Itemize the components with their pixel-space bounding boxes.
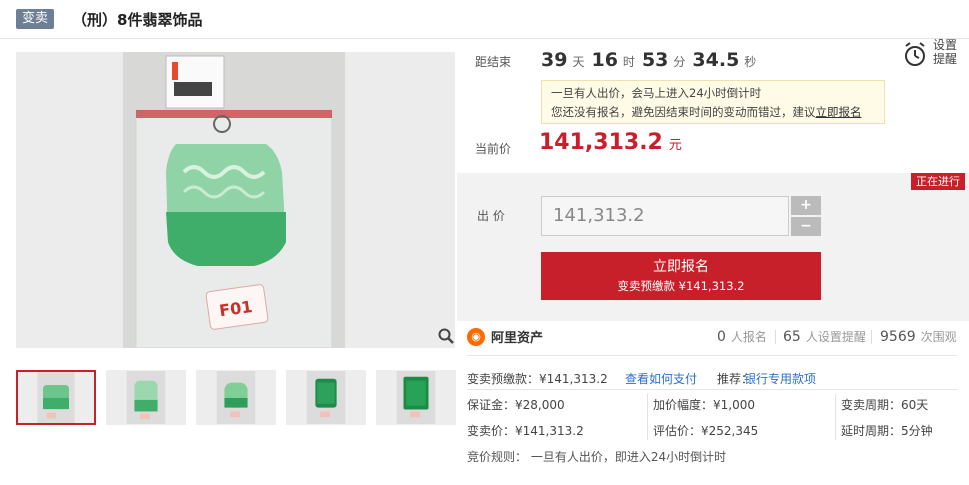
minutes-unit: 分 bbox=[673, 55, 686, 69]
bid-rule-info: 竞价规则： 一旦有人出价，即进入24小时倒计时 bbox=[467, 450, 727, 464]
reminder-label-2: 提醒 bbox=[933, 52, 958, 66]
page-title: （刑）8件翡翠饰品 bbox=[72, 10, 203, 29]
bid-panel: 正在进行 出 价 141,313.2 + − 立即报名 变卖预缴款 ¥141,3… bbox=[457, 173, 969, 321]
alarm-clock-icon[interactable] bbox=[903, 42, 927, 68]
register-button[interactable]: 立即报名 变卖预缴款 ¥141,313.2 bbox=[541, 252, 821, 300]
registered-count: 0 bbox=[717, 329, 726, 345]
deposit-amount-label: 变卖预缴款 ¥141,313.2 bbox=[617, 279, 745, 293]
how-to-pay-text[interactable]: 查看如何支付 bbox=[625, 372, 697, 386]
thumbnail-1[interactable] bbox=[16, 370, 96, 425]
header-divider bbox=[0, 38, 969, 39]
increment-info: 加价幅度：¥1,000 bbox=[653, 398, 755, 412]
stat-divider bbox=[775, 330, 776, 344]
current-price-currency: 元 bbox=[668, 138, 682, 153]
period-info: 变卖周期：60天 bbox=[841, 398, 929, 412]
thumbnail-3[interactable] bbox=[196, 370, 276, 425]
header: 变卖 （刑）8件翡翠饰品 bbox=[16, 8, 202, 30]
days-unit: 天 bbox=[572, 55, 585, 69]
views-count: 9569 bbox=[880, 329, 916, 345]
column-divider bbox=[835, 394, 836, 440]
main-product-image[interactable]: F01 bbox=[16, 52, 455, 348]
auction-type-badge: 变卖 bbox=[16, 9, 55, 29]
zoom-icon[interactable] bbox=[438, 328, 454, 344]
thumbnail-2[interactable] bbox=[106, 370, 186, 425]
thumbnail-4[interactable] bbox=[286, 370, 366, 425]
platform-name: 阿里资产 bbox=[491, 331, 544, 346]
countdown-seconds: 34.5 bbox=[692, 49, 740, 71]
bank-payment-text[interactable]: 银行专用款项 bbox=[744, 372, 816, 386]
countdown-label: 距结束 bbox=[475, 55, 512, 69]
sale-price-info: 变卖价：¥141,313.2 bbox=[467, 424, 584, 438]
appraisal-info: 评估价：¥252,345 bbox=[653, 424, 759, 438]
reminder-count: 65 bbox=[783, 329, 801, 345]
increase-bid-button[interactable]: + bbox=[791, 196, 821, 215]
reminder-label-1: 设置 bbox=[933, 38, 958, 52]
jade-pendant-photo: F01 bbox=[123, 52, 345, 348]
hours-unit: 时 bbox=[622, 55, 635, 69]
countdown-minutes: 53 bbox=[641, 49, 669, 71]
reminder-stat: 65 人设置提醒 bbox=[783, 328, 866, 345]
register-button-label: 立即报名 bbox=[653, 259, 709, 275]
thumbnail-strip bbox=[16, 370, 466, 425]
countdown-hours: 16 bbox=[591, 49, 618, 71]
views-stat: 9569 次围观 bbox=[880, 328, 957, 345]
register-now-link[interactable]: 立即报名 bbox=[816, 105, 862, 119]
set-reminder-button[interactable]: 设置 提醒 bbox=[933, 38, 961, 66]
column-divider bbox=[647, 394, 648, 440]
bid-stepper: + − bbox=[791, 196, 821, 236]
seconds-unit: 秒 bbox=[744, 55, 757, 69]
bid-amount-input[interactable]: 141,313.2 bbox=[541, 196, 789, 236]
bank-payment-link[interactable]: 银行专用款项 bbox=[744, 370, 816, 387]
current-price: 141,313.2 元 bbox=[539, 130, 682, 155]
bid-label: 出 价 bbox=[477, 209, 505, 223]
notice-text: 您还没有报名，避免因结束时间的变动而错过，建议 bbox=[551, 105, 816, 119]
notice-box: 一旦有人出价，会马上进入24小时倒计时 您还没有报名，避免因结束时间的变动而错过… bbox=[541, 80, 885, 124]
thumbnail-5[interactable] bbox=[376, 370, 456, 425]
status-badge: 正在进行 bbox=[911, 173, 965, 190]
how-to-pay-link[interactable]: 查看如何支付 bbox=[625, 370, 697, 387]
delay-info: 延时周期：5分钟 bbox=[841, 424, 933, 438]
current-price-amount: 141,313.2 bbox=[539, 130, 663, 155]
countdown-days: 39 bbox=[541, 49, 568, 71]
registered-label: 人报名 bbox=[730, 330, 767, 344]
platform-stats: ◉ 阿里资产 0 人报名 65 人设置提醒 9569 次围观 bbox=[467, 326, 957, 356]
deposit-info: 变卖预缴款：¥141,313.2 bbox=[467, 372, 608, 386]
details-divider bbox=[467, 389, 957, 390]
ali-assets-logo-icon: ◉ bbox=[467, 328, 485, 346]
countdown-timer: 39 天 16 时 53 分 34.5 秒 bbox=[541, 49, 763, 71]
reminder-label: 人设置提醒 bbox=[805, 330, 866, 344]
current-price-label: 当前价 bbox=[475, 142, 512, 156]
registered-stat: 0 人报名 bbox=[717, 328, 767, 345]
views-label: 次围观 bbox=[920, 330, 957, 344]
decrease-bid-button[interactable]: − bbox=[791, 217, 821, 236]
notice-line-2: 您还没有报名，避免因结束时间的变动而错过，建议立即报名 bbox=[551, 103, 875, 122]
notice-line-1: 一旦有人出价，会马上进入24小时倒计时 bbox=[551, 86, 762, 100]
guarantee-info: 保证金：¥28,000 bbox=[467, 398, 565, 412]
stat-divider bbox=[871, 330, 872, 344]
